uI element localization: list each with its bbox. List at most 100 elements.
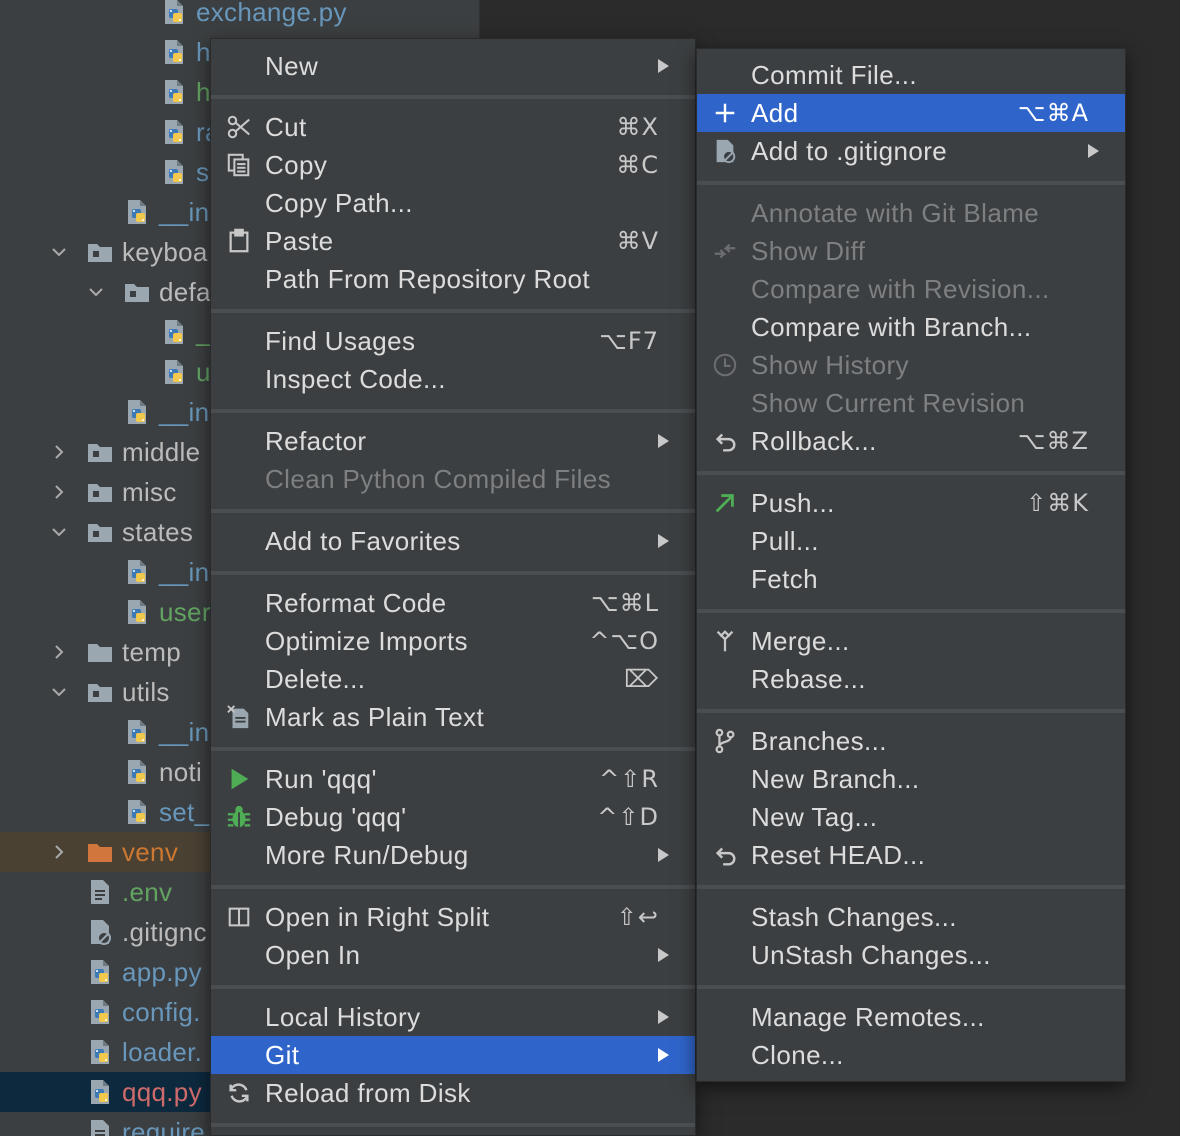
menu-inspect-code[interactable]: Inspect Code... (211, 360, 695, 398)
tree-item-label: _ (196, 316, 211, 347)
menu-paste[interactable]: Paste ⌘V (211, 222, 695, 260)
git-pull[interactable]: Pull... (697, 522, 1125, 560)
git-reset-head[interactable]: Reset HEAD... (697, 836, 1125, 874)
reload-icon (225, 1079, 253, 1107)
git-new-tag[interactable]: New Tag... (697, 798, 1125, 836)
git-rebase[interactable]: Rebase... (697, 660, 1125, 698)
python-file-icon (160, 78, 188, 106)
menu-item-label: Delete... (265, 663, 366, 694)
gitignore-file-icon (86, 918, 114, 946)
folder-icon (86, 478, 114, 506)
tree-item-label: misc (122, 476, 177, 507)
chevron-down-icon[interactable] (49, 242, 69, 262)
menu-item-label: Clean Python Compiled Files (265, 463, 612, 494)
menu-copy-path[interactable]: Copy Path... (211, 184, 695, 222)
git-add-to-gitignore[interactable]: Add to .gitignore (697, 132, 1125, 170)
menu-refactor[interactable]: Refactor (211, 422, 695, 460)
clock-icon (711, 351, 739, 379)
menu-separator (211, 309, 695, 313)
tree-item-label: set_ (159, 796, 210, 827)
tree-item-label: defa (159, 276, 211, 307)
menu-optimize-imports[interactable]: Optimize Imports ^⌥O (211, 622, 695, 660)
menu-reload-from-disk[interactable]: Reload from Disk (211, 1074, 695, 1112)
menu-local-history[interactable]: Local History (211, 998, 695, 1036)
git-push[interactable]: Push... ⇧⌘K (697, 484, 1125, 522)
submenu-arrow-icon (657, 59, 669, 73)
menu-debug[interactable]: Debug 'qqq' ^⇧D (211, 798, 695, 836)
chevron-down-icon[interactable] (49, 682, 69, 702)
menu-open-right-split[interactable]: Open in Right Split ⇧↩ (211, 898, 695, 936)
menu-path-from-repo-root[interactable]: Path From Repository Root (211, 260, 695, 298)
menu-cut[interactable]: Cut ⌘X (211, 108, 695, 146)
menu-separator (211, 1123, 695, 1127)
menu-item-label: Debug 'qqq' (265, 801, 407, 832)
tree-file[interactable]: exchange.py (0, 0, 479, 32)
menu-separator (697, 181, 1125, 185)
git-merge[interactable]: Merge... (697, 622, 1125, 660)
shortcut-label: ⌥⌘L (590, 589, 659, 617)
menu-add-favorites[interactable]: Add to Favorites (211, 522, 695, 560)
menu-more-run-debug[interactable]: More Run/Debug (211, 836, 695, 874)
git-unstash-changes[interactable]: UnStash Changes... (697, 936, 1125, 974)
chevron-right-icon[interactable] (49, 842, 69, 862)
python-file-icon (123, 758, 151, 786)
menu-separator (697, 885, 1125, 889)
menu-run[interactable]: Run 'qqq' ^⇧R (211, 760, 695, 798)
menu-item-label: New Tag... (751, 801, 878, 832)
chevron-right-icon[interactable] (49, 642, 69, 662)
git-add[interactable]: Add ⌥⌘A (697, 94, 1125, 132)
chevron-right-icon[interactable] (49, 482, 69, 502)
chevron-right-icon[interactable] (49, 442, 69, 462)
tree-item-label: __in (159, 196, 210, 227)
menu-item-label: New Branch... (751, 763, 920, 794)
menu-separator (211, 571, 695, 575)
menu-item-label: Commit File... (751, 59, 917, 90)
git-clone[interactable]: Clone... (697, 1036, 1125, 1074)
git-stash-changes[interactable]: Stash Changes... (697, 898, 1125, 936)
menu-open-in[interactable]: Open In (211, 936, 695, 974)
menu-git[interactable]: Git (211, 1036, 695, 1074)
git-rollback[interactable]: Rollback... ⌥⌘Z (697, 422, 1125, 460)
chevron-down-icon[interactable] (86, 282, 106, 302)
menu-delete[interactable]: Delete... ⌦ (211, 660, 695, 698)
menu-item-label: Reload from Disk (265, 1077, 471, 1108)
tree-item-label: __in (159, 556, 210, 587)
tree-item-label: h (196, 76, 211, 107)
tree-item-label: s (196, 156, 210, 187)
git-branches[interactable]: Branches... (697, 722, 1125, 760)
chevron-down-icon[interactable] (49, 522, 69, 542)
menu-item-label: Run 'qqq' (265, 763, 377, 794)
menu-item-label: Push... (751, 487, 835, 518)
menu-separator (211, 985, 695, 989)
git-new-branch[interactable]: New Branch... (697, 760, 1125, 798)
menu-item-label: Refactor (265, 425, 367, 456)
submenu-arrow-icon (657, 1048, 669, 1062)
menu-item-label: Local History (265, 1001, 421, 1032)
git-commit-file[interactable]: Commit File... (697, 56, 1125, 94)
menu-copy[interactable]: Copy ⌘C (211, 146, 695, 184)
folder-icon (86, 638, 114, 666)
git-manage-remotes[interactable]: Manage Remotes... (697, 998, 1125, 1036)
menu-separator (211, 885, 695, 889)
git-fetch[interactable]: Fetch (697, 560, 1125, 598)
menu-reformat-code[interactable]: Reformat Code ⌥⌘L (211, 584, 695, 622)
submenu-arrow-icon (1087, 144, 1099, 158)
menu-separator (697, 709, 1125, 713)
shortcut-label: ^⌥O (589, 627, 659, 655)
menu-find-usages[interactable]: Find Usages ⌥F7 (211, 322, 695, 360)
menu-new[interactable]: New (211, 47, 695, 85)
git-annotate-blame: Annotate with Git Blame (697, 194, 1125, 232)
menu-item-label: Inspect Code... (265, 363, 446, 394)
shortcut-label: ⇧↩ (616, 903, 659, 931)
plus-icon (711, 99, 739, 127)
tree-item-label: qqq.py (122, 1076, 202, 1107)
menu-item-label: Merge... (751, 625, 850, 656)
copy-icon (225, 151, 253, 179)
shortcut-label: ⌥⌘Z (1017, 427, 1089, 455)
menu-separator (211, 509, 695, 513)
git-compare-branch[interactable]: Compare with Branch... (697, 308, 1125, 346)
shortcut-label: ^⇧R (599, 765, 659, 793)
menu-mark-plain-text[interactable]: Mark as Plain Text (211, 698, 695, 736)
clipboard-icon (225, 227, 253, 255)
undo-icon (711, 427, 739, 455)
